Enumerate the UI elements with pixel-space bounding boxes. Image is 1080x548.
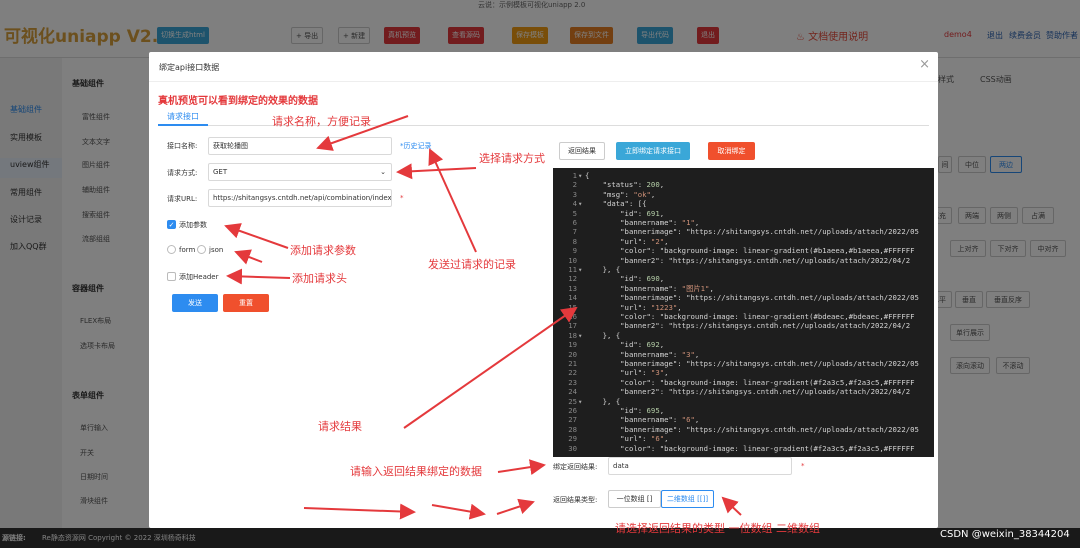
annotation-params: 添加请求参数 — [290, 244, 356, 257]
arrow-radio — [234, 249, 263, 265]
annotation-type: 请选择返回结果的类型 一位数组 二维数组 — [615, 522, 820, 535]
arrow-history — [428, 148, 477, 253]
annotation-bind: 请输入返回结果绑定的数据 — [350, 465, 482, 478]
arrow-params — [224, 223, 289, 249]
arrow-type-a — [303, 503, 416, 520]
csdn-watermark: CSDN @weixin_38344204 — [940, 529, 1070, 540]
arrow-method — [396, 163, 477, 180]
annotation-header: 添加请求头 — [292, 272, 347, 285]
arrow-type-b — [431, 503, 486, 520]
arrow-type-d — [721, 496, 742, 516]
annotation-name: 请求名称，方便记录 — [272, 115, 371, 128]
arrow-type-c — [496, 498, 535, 515]
annotation-method: 选择请求方式 — [479, 152, 545, 165]
arrow-result — [403, 306, 578, 429]
annotation-history: 发送过请求的记录 — [428, 258, 516, 271]
annotation-arrows — [224, 115, 742, 520]
arrow-bind — [497, 459, 546, 476]
arrow-header — [226, 268, 291, 285]
annotation-result: 请求结果 — [318, 420, 362, 433]
